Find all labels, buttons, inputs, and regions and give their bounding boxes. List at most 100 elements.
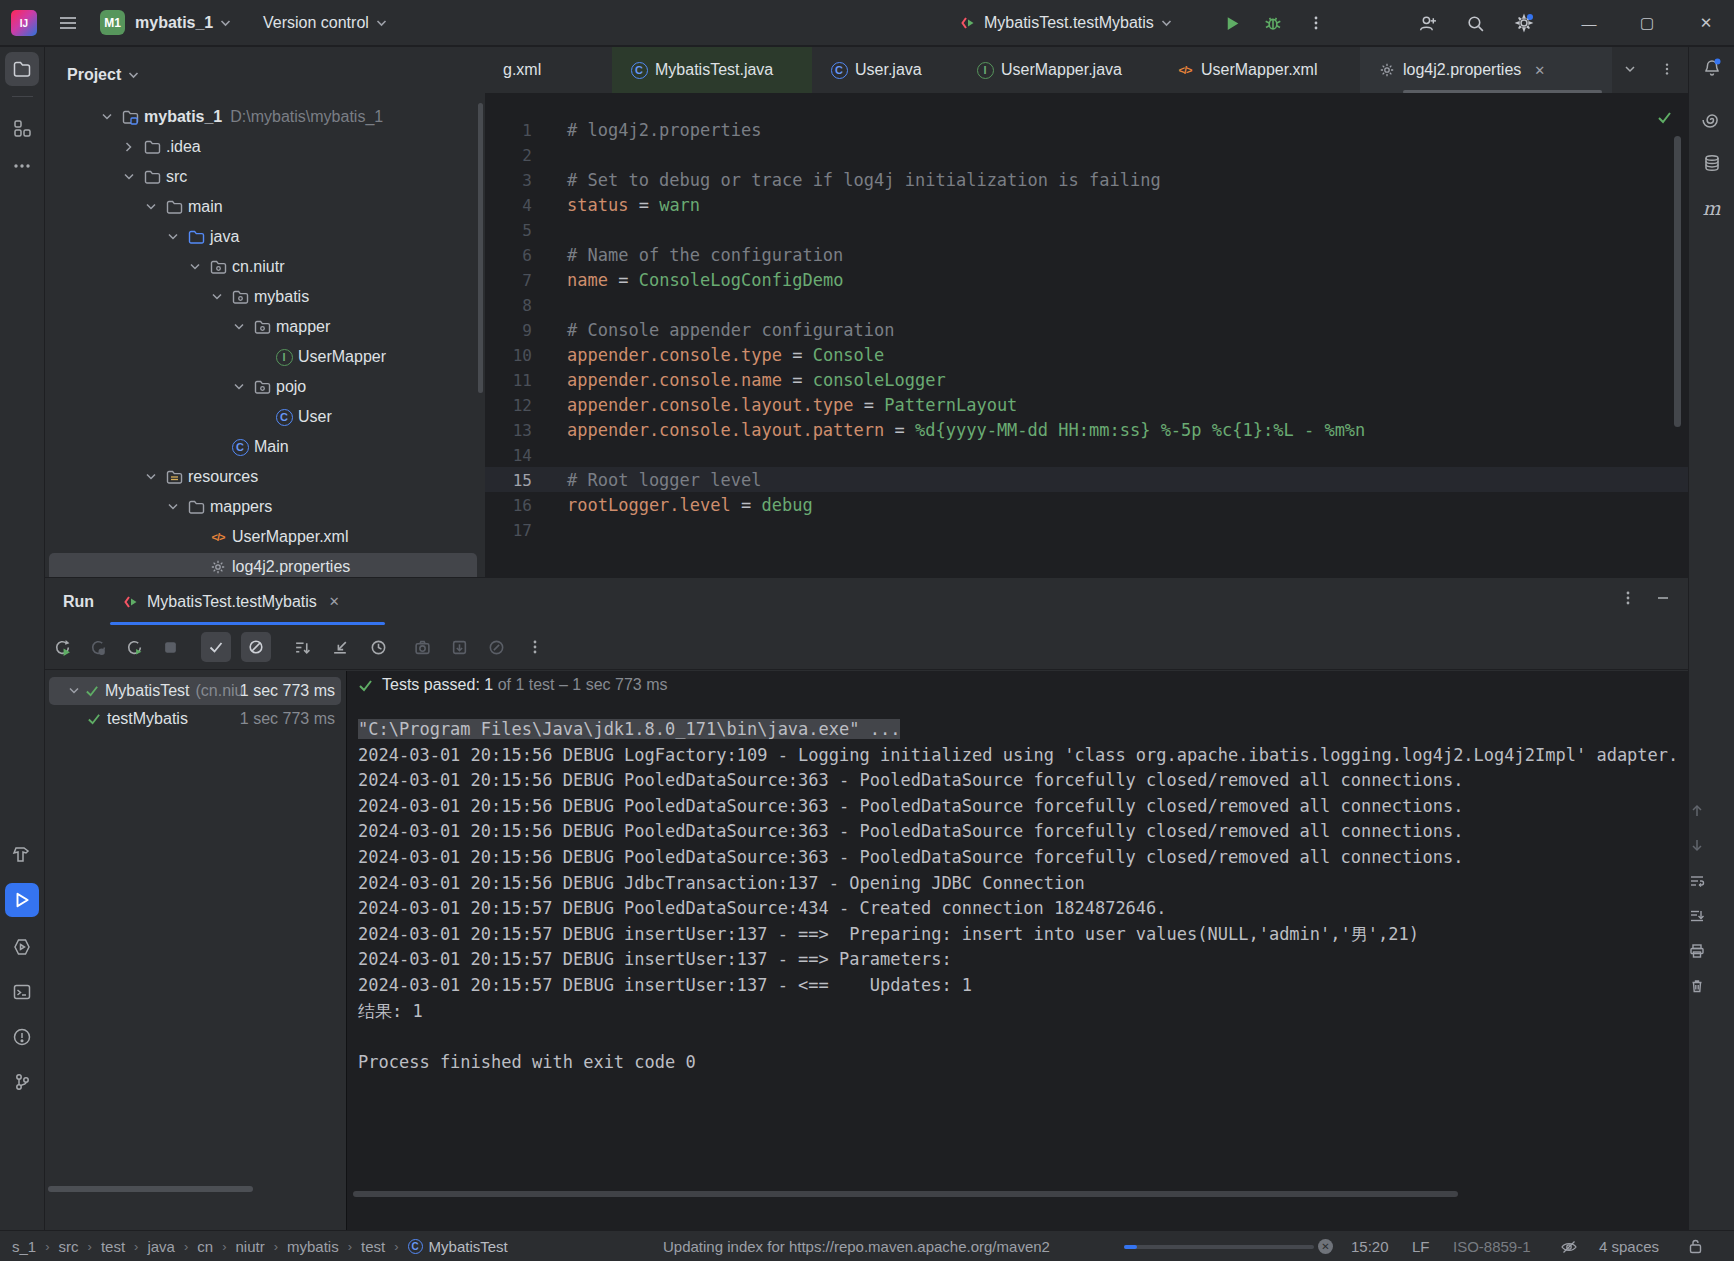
rerun-failed-button[interactable] bbox=[83, 632, 113, 662]
run-console[interactable]: Tests passed: 1 of 1 test – 1 sec 773 ms… bbox=[346, 671, 1688, 1231]
stop-button[interactable] bbox=[155, 632, 185, 662]
scroll-to-end-icon[interactable] bbox=[1687, 906, 1707, 926]
build-tool-icon[interactable] bbox=[5, 838, 39, 872]
run-panel-hide-icon[interactable] bbox=[1655, 590, 1671, 606]
indent-widget[interactable]: 4 spaces bbox=[1599, 1231, 1659, 1261]
tree-item-main[interactable]: main bbox=[45, 192, 485, 222]
project-panel-header[interactable]: Project bbox=[67, 47, 139, 103]
tab-partial[interactable]: g.xml bbox=[485, 47, 559, 93]
breadcrumbs[interactable]: s_1›src›test›java›cn›niutr›mybatis›test›… bbox=[12, 1231, 508, 1261]
services-tool-icon[interactable] bbox=[5, 930, 39, 964]
breadcrumb-item[interactable]: niutr bbox=[235, 1238, 264, 1255]
clock-widget[interactable]: 15:20 bbox=[1351, 1231, 1389, 1261]
structure-tool-icon[interactable] bbox=[5, 111, 39, 145]
tree-item-User[interactable]: CUser bbox=[45, 402, 485, 432]
soft-wrap-icon[interactable] bbox=[1687, 871, 1707, 891]
scroll-down-icon[interactable] bbox=[1687, 835, 1707, 855]
breadcrumb-item[interactable]: mybatis bbox=[287, 1238, 339, 1255]
tree-item-resources[interactable]: resources bbox=[45, 462, 485, 492]
breadcrumb-item[interactable]: cn bbox=[197, 1238, 213, 1255]
editor-tab-UserMapper.xml[interactable]: </>UserMapper.xml bbox=[1158, 47, 1360, 93]
tree-item-mappers[interactable]: mappers bbox=[45, 492, 485, 522]
file-lock-icon[interactable] bbox=[1688, 1231, 1703, 1261]
editor-tab-log4j2.properties[interactable]: log4j2.properties✕ bbox=[1360, 47, 1612, 93]
run-button[interactable] bbox=[1224, 0, 1241, 46]
run-panel-title[interactable]: Run bbox=[63, 578, 94, 625]
tree-item-cn.niutr[interactable]: cn.niutr bbox=[45, 252, 485, 282]
run-toolbar-more-icon[interactable] bbox=[520, 632, 550, 662]
tabbar-more-icon[interactable] bbox=[1660, 62, 1674, 76]
breadcrumb-item[interactable]: test bbox=[361, 1238, 385, 1255]
toggle-auto-test-button[interactable] bbox=[119, 632, 149, 662]
more-actions-icon[interactable] bbox=[1308, 0, 1324, 46]
console-hscrollbar[interactable] bbox=[353, 1191, 1458, 1197]
breadcrumb-item[interactable]: java bbox=[147, 1238, 175, 1255]
capture-snapshot-button[interactable] bbox=[407, 632, 437, 662]
tree-item-mybatis[interactable]: mybatis bbox=[45, 282, 485, 312]
close-run-tab-icon[interactable]: ✕ bbox=[329, 594, 340, 609]
highlighting-level-icon[interactable] bbox=[1560, 1231, 1578, 1261]
tree-item-mapper[interactable]: mapper bbox=[45, 312, 485, 342]
editor-scrollbar[interactable] bbox=[1674, 136, 1681, 427]
breadcrumb-item-current[interactable]: CMybatisTest bbox=[408, 1238, 508, 1255]
clear-console-icon[interactable] bbox=[1687, 976, 1707, 996]
window-close-button[interactable]: ✕ bbox=[1683, 0, 1729, 46]
inspections-ok-icon[interactable] bbox=[1657, 110, 1672, 125]
editor-tab-UserMapper.java[interactable]: IUserMapper.java bbox=[958, 47, 1158, 93]
main-menu-icon[interactable] bbox=[58, 0, 78, 46]
close-tab-icon[interactable]: ✕ bbox=[1534, 63, 1545, 78]
sort-by-duration-button[interactable] bbox=[325, 632, 355, 662]
terminal-tool-icon[interactable] bbox=[5, 975, 39, 1009]
notifications-bell-icon[interactable] bbox=[1695, 51, 1729, 85]
sort-alphabetically-button[interactable] bbox=[287, 632, 317, 662]
tree-item-log4j2.properties[interactable]: log4j2.properties bbox=[45, 552, 485, 577]
tree-item-UserMapper[interactable]: IUserMapper bbox=[45, 342, 485, 372]
editor-tab-MybatisTest.java[interactable]: CMybatisTest.java bbox=[612, 47, 812, 93]
breadcrumb-item[interactable]: test bbox=[101, 1238, 125, 1255]
window-maximize-button[interactable]: ▢ bbox=[1624, 0, 1670, 46]
test-history-clock-button[interactable] bbox=[363, 632, 393, 662]
run-tab[interactable]: MybatisTest.testMybatis ✕ bbox=[123, 578, 340, 625]
tree-item-Main[interactable]: CMain bbox=[45, 432, 485, 462]
tree-item-UserMapper.xml[interactable]: </>UserMapper.xml bbox=[45, 522, 485, 552]
test-row-testMybatis[interactable]: testMybatis1 sec 773 ms bbox=[45, 705, 345, 733]
encoding-widget[interactable]: ISO-8859-1 bbox=[1453, 1231, 1531, 1261]
intellij-logo-icon[interactable]: IJ bbox=[11, 0, 37, 46]
line-ending-widget[interactable]: LF bbox=[1412, 1231, 1430, 1261]
ai-assistant-icon[interactable] bbox=[1695, 103, 1729, 137]
import-test-results-button[interactable] bbox=[444, 632, 474, 662]
editor[interactable]: 1# log4j2.properties23# Set to debug or … bbox=[485, 93, 1688, 577]
breadcrumb-item[interactable]: src bbox=[59, 1238, 79, 1255]
vcs-widget[interactable]: Version control bbox=[263, 0, 387, 46]
search-everywhere-icon[interactable] bbox=[1466, 0, 1485, 46]
editor-tab-User.java[interactable]: CUser.java bbox=[812, 47, 958, 93]
run-tool-icon[interactable] bbox=[5, 883, 39, 917]
project-selector[interactable]: mybatis_1 bbox=[135, 0, 231, 46]
run-configuration-selector[interactable]: MybatisTest.testMybatis bbox=[960, 0, 1172, 46]
more-tool-windows-icon[interactable] bbox=[5, 149, 39, 183]
test-tree-hscrollbar[interactable] bbox=[48, 1186, 253, 1192]
tree-item-pojo[interactable]: pojo bbox=[45, 372, 485, 402]
maven-tool-icon[interactable]: m bbox=[1695, 191, 1729, 225]
edit-configuration-button[interactable] bbox=[481, 632, 511, 662]
breadcrumb-item[interactable]: s_1 bbox=[12, 1238, 36, 1255]
cancel-progress-icon[interactable]: ✕ bbox=[1318, 1239, 1333, 1254]
tree-item-java[interactable]: java bbox=[45, 222, 485, 252]
debug-button[interactable] bbox=[1264, 0, 1282, 46]
window-minimize-button[interactable]: — bbox=[1566, 0, 1612, 46]
show-passed-toggle[interactable] bbox=[201, 632, 231, 662]
print-icon[interactable] bbox=[1687, 941, 1707, 961]
tree-item-.idea[interactable]: .idea bbox=[45, 132, 485, 162]
tree-item-mybatis_1[interactable]: mybatis_1D:\mybatis\mybatis_1 bbox=[45, 102, 485, 132]
code-with-me-icon[interactable] bbox=[1418, 0, 1437, 46]
scroll-up-icon[interactable] bbox=[1687, 801, 1707, 821]
project-badge[interactable]: M1 bbox=[100, 10, 125, 35]
project-tree-scrollbar[interactable] bbox=[478, 103, 483, 393]
test-row-MybatisTest[interactable]: MybatisTest(cn.niu1 sec 773 ms bbox=[45, 677, 345, 705]
rerun-button[interactable] bbox=[47, 632, 77, 662]
database-tool-icon[interactable] bbox=[1695, 146, 1729, 180]
project-tool-icon[interactable] bbox=[5, 52, 39, 86]
tabbar-dropdown-icon[interactable] bbox=[1623, 62, 1637, 76]
tree-item-src[interactable]: src bbox=[45, 162, 485, 192]
problems-tool-icon[interactable] bbox=[5, 1020, 39, 1054]
